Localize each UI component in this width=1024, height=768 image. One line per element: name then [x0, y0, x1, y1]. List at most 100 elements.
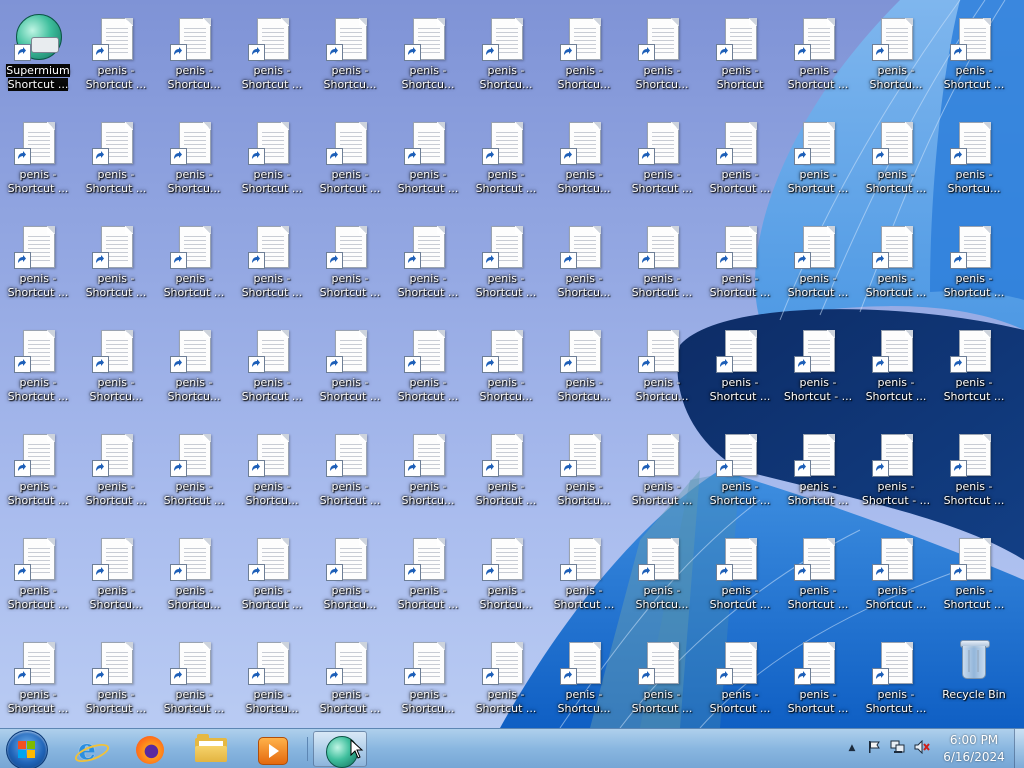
desktop-icon[interactable]: penis - Shortcut - ...	[859, 426, 933, 522]
desktop-icon[interactable]: penis - Shortcut ...	[1, 114, 75, 210]
desktop-icon[interactable]: penis - Shortcu...	[79, 530, 153, 626]
desktop-icon[interactable]: penis - Shortcut ...	[937, 218, 1011, 314]
desktop-icon[interactable]: penis - Shortcut ...	[703, 426, 777, 522]
desktop-icon[interactable]: penis - Shortcu...	[469, 322, 543, 418]
desktop-icon[interactable]: penis - Shortcut ...	[937, 426, 1011, 522]
desktop-icon[interactable]: penis - Shortcut ...	[859, 322, 933, 418]
desktop-icon[interactable]: penis - Shortcut ...	[313, 218, 387, 314]
desktop-icon[interactable]: penis - Shortcut ...	[703, 634, 777, 728]
desktop-icon[interactable]: penis - Shortcu...	[547, 322, 621, 418]
desktop-icon[interactable]: penis - Shortcut ...	[703, 114, 777, 210]
desktop-icon[interactable]: penis - Shortcu...	[469, 10, 543, 106]
desktop-icon[interactable]: penis - Shortcut ...	[937, 530, 1011, 626]
desktop-icon[interactable]: penis - Shortcut ...	[625, 218, 699, 314]
desktop-icon[interactable]: penis - Shortcut ...	[781, 634, 855, 728]
desktop-icon[interactable]: penis - Shortcu...	[391, 10, 465, 106]
desktop-icon[interactable]: penis - Shortcu...	[547, 634, 621, 728]
desktop-icon[interactable]: penis - Shortcut ...	[157, 218, 231, 314]
desktop-icon[interactable]: penis - Shortcut ...	[703, 218, 777, 314]
taskbar-media-player[interactable]	[245, 731, 299, 767]
desktop-icon[interactable]: penis - Shortcut ...	[391, 530, 465, 626]
desktop-icon[interactable]: penis - Shortcut - ...	[781, 322, 855, 418]
desktop-icon[interactable]: penis - Shortcu...	[313, 530, 387, 626]
volume-muted-icon[interactable]	[914, 739, 930, 756]
desktop-icon[interactable]: penis - Shortcut ...	[469, 218, 543, 314]
desktop-icon[interactable]: penis - Shortcu...	[157, 10, 231, 106]
desktop-icon[interactable]: penis - Shortcu...	[313, 10, 387, 106]
desktop-icon[interactable]: penis - Shortcu...	[235, 426, 309, 522]
desktop-icon[interactable]: penis - Shortcut ...	[313, 322, 387, 418]
desktop-icon[interactable]: penis - Shortcut ...	[79, 634, 153, 728]
desktop-icon[interactable]: penis - Shortcut ...	[313, 426, 387, 522]
desktop-icon[interactable]: penis - Shortcut ...	[859, 530, 933, 626]
desktop-icon[interactable]: penis - Shortcut ...	[79, 426, 153, 522]
desktop-icon[interactable]: penis - Shortcu...	[79, 322, 153, 418]
desktop-icon[interactable]: penis - Shortcut ...	[313, 634, 387, 728]
taskbar-file-explorer[interactable]	[184, 731, 238, 767]
desktop-icon[interactable]: penis - Shortcut ...	[781, 114, 855, 210]
desktop-icon[interactable]: penis - Shortcu...	[391, 426, 465, 522]
desktop-icon[interactable]: penis - Shortcut ...	[157, 634, 231, 728]
desktop[interactable]: Supermium Shortcut ... penis - Shortcut ...…	[0, 0, 1024, 728]
desktop-icon-recycle-bin[interactable]: Recycle Bin	[937, 634, 1011, 728]
desktop-icon[interactable]: penis - Shortcut ...	[547, 530, 621, 626]
desktop-icon[interactable]: penis - Shortcu...	[157, 530, 231, 626]
desktop-icon[interactable]: penis - Shortcut ...	[1, 634, 75, 728]
desktop-icon[interactable]: penis - Shortcut ...	[313, 114, 387, 210]
desktop-icon[interactable]: penis - Shortcut ...	[235, 218, 309, 314]
desktop-icon[interactable]: penis - Shortcut ...	[469, 634, 543, 728]
desktop-icon[interactable]: penis - Shortcut ...	[235, 114, 309, 210]
desktop-icon[interactable]: penis - Shortcu...	[157, 322, 231, 418]
show-desktop-button[interactable]	[1014, 729, 1024, 768]
taskbar-clock[interactable]: 6:00 PM 6/16/2024	[938, 732, 1010, 766]
desktop-icon[interactable]: penis - Shortcut ...	[703, 530, 777, 626]
desktop-icon[interactable]: penis - Shortcu...	[469, 530, 543, 626]
desktop-icon[interactable]: penis - Shortcut ...	[79, 10, 153, 106]
desktop-icon[interactable]: penis - Shortcut ...	[859, 634, 933, 728]
desktop-icon[interactable]: penis - Shortcut ...	[157, 426, 231, 522]
desktop-icon[interactable]: penis - Shortcut ...	[235, 10, 309, 106]
desktop-icon[interactable]: penis - Shortcut ...	[235, 322, 309, 418]
desktop-icon[interactable]: penis - Shortcu...	[547, 10, 621, 106]
desktop-icon[interactable]: penis - Shortcu...	[625, 10, 699, 106]
desktop-icon[interactable]: penis - Shortcut ...	[781, 530, 855, 626]
desktop-icon[interactable]: penis - Shortcut ...	[469, 426, 543, 522]
desktop-icon[interactable]: penis - Shortcu...	[625, 322, 699, 418]
desktop-icon[interactable]: penis - Shortcut ...	[79, 114, 153, 210]
desktop-icon[interactable]: penis - Shortcu...	[625, 530, 699, 626]
desktop-icon[interactable]: penis - Shortcut ...	[235, 530, 309, 626]
desktop-icon[interactable]: penis - Shortcut ...	[859, 114, 933, 210]
desktop-icon[interactable]: penis - Shortcut ...	[781, 10, 855, 106]
desktop-icon[interactable]: penis - Shortcut ...	[1, 530, 75, 626]
desktop-icon[interactable]: penis - Shortcu...	[937, 114, 1011, 210]
desktop-icon[interactable]: penis - Shortcu...	[235, 634, 309, 728]
desktop-icon[interactable]: penis - Shortcu...	[547, 426, 621, 522]
desktop-icon[interactable]: penis - Shortcut ...	[703, 322, 777, 418]
desktop-icon[interactable]: penis - Shortcu...	[547, 114, 621, 210]
show-hidden-icons-button[interactable]: ▲	[844, 740, 860, 756]
desktop-icon[interactable]: penis - Shortcut ...	[625, 114, 699, 210]
desktop-icon[interactable]: penis - Shortcut ...	[781, 426, 855, 522]
desktop-icon[interactable]: penis - Shortcut ...	[781, 218, 855, 314]
desktop-icon[interactable]: penis - Shortcu...	[547, 218, 621, 314]
desktop-icon[interactable]: penis - Shortcut ...	[937, 322, 1011, 418]
desktop-icon[interactable]: penis - Shortcut	[703, 10, 777, 106]
desktop-icon[interactable]: penis - Shortcut ...	[391, 322, 465, 418]
desktop-icon[interactable]: penis - Shortcut ...	[625, 426, 699, 522]
desktop-icon[interactable]: penis - Shortcut ...	[79, 218, 153, 314]
desktop-icon[interactable]: penis - Shortcut ...	[859, 218, 933, 314]
network-icon[interactable]	[890, 740, 906, 756]
desktop-icon[interactable]: penis - Shortcut ...	[1, 322, 75, 418]
taskbar-internet-explorer[interactable]: e	[62, 731, 116, 767]
desktop-icon[interactable]: penis - Shortcut ...	[469, 114, 543, 210]
taskbar-firefox[interactable]	[123, 731, 177, 767]
desktop-icon[interactable]: penis - Shortcu...	[157, 114, 231, 210]
desktop-icon[interactable]: penis - Shortcut ...	[1, 218, 75, 314]
action-center-flag-icon[interactable]	[866, 740, 882, 756]
desktop-icon[interactable]: penis - Shortcu...	[859, 10, 933, 106]
desktop-icon[interactable]: penis - Shortcut ...	[625, 634, 699, 728]
start-button[interactable]	[6, 730, 48, 768]
desktop-icon[interactable]: penis - Shortcut ...	[937, 10, 1011, 106]
desktop-icon-supermium[interactable]: Supermium Shortcut ...	[1, 10, 75, 106]
desktop-icon[interactable]: penis - Shortcu...	[391, 634, 465, 728]
